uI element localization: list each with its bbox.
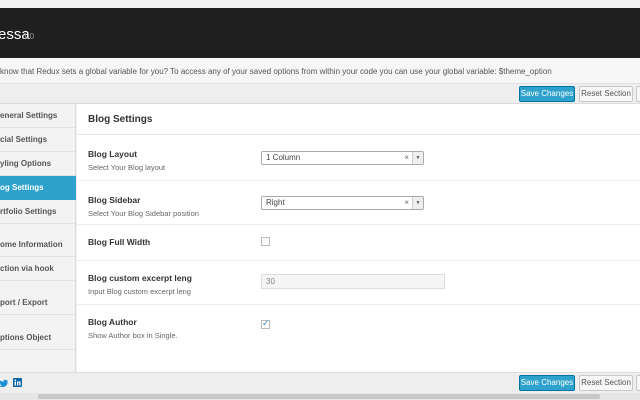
select-value: 1 Column (266, 153, 301, 162)
field-row-blog-author: Blog Author Show Author box in Single. ✓ (77, 305, 640, 347)
blog-layout-select[interactable]: 1 Column × ▼ (261, 151, 424, 165)
field-row-blog-full-width: Blog Full Width (77, 225, 640, 261)
chevron-down-icon[interactable]: ▼ (412, 152, 423, 164)
field-row-blog-sidebar: Blog Sidebar Select Your Blog Sidebar po… (77, 181, 640, 225)
top-toolbar: Save Changes Reset Section (0, 83, 640, 104)
excerpt-length-input[interactable]: 30 (261, 274, 445, 289)
sidebar-item-blog-settings[interactable]: og Settings (0, 176, 76, 200)
section-title: Blog Settings (88, 114, 153, 125)
settings-panel: Blog Settings Blog Layout Select Your Bl… (77, 104, 640, 372)
reset-all-button[interactable] (636, 86, 640, 102)
sidebar-item-portfolio-settings[interactable]: rtfolio Settings (0, 200, 76, 224)
field-row-blog-layout: Blog Layout Select Your Blog layout 1 Co… (77, 135, 640, 181)
clear-icon[interactable]: × (404, 197, 409, 209)
field-label: Blog Layout (88, 149, 138, 159)
clear-icon[interactable]: × (404, 152, 409, 164)
twitter-icon[interactable] (0, 379, 8, 387)
chevron-down-icon[interactable]: ▼ (412, 197, 423, 209)
sidebar-item-styling-options[interactable]: yling Options (0, 152, 76, 176)
horizontal-scrollbar[interactable] (0, 393, 640, 400)
top-strip (0, 0, 640, 8)
field-label: Blog Author (88, 317, 137, 327)
sidebar-item-social-settings[interactable]: cial Settings (0, 128, 76, 152)
select-value: Right (266, 198, 285, 207)
panel-header: essa 1.0 (0, 8, 640, 58)
field-label: Blog Sidebar (88, 195, 141, 205)
field-label: Blog custom excerpt leng (88, 273, 192, 283)
info-notice: know that Redux sets a global variable f… (0, 58, 640, 83)
reset-all-button-bottom[interactable] (636, 375, 640, 391)
bottom-toolbar: Save Changes Reset Section (0, 372, 640, 393)
reset-section-button-bottom[interactable]: Reset Section (579, 375, 633, 391)
field-row-excerpt-length: Blog custom excerpt leng Input Blog cust… (77, 261, 640, 305)
linkedin-icon[interactable] (13, 378, 22, 387)
sidebar-nav: eneral Settings cial Settings yling Opti… (0, 104, 76, 372)
field-label: Blog Full Width (88, 237, 151, 247)
field-description: Select Your Blog layout (88, 163, 166, 172)
field-description: Select Your Blog Sidebar position (88, 209, 199, 218)
reset-section-button[interactable]: Reset Section (579, 86, 633, 102)
field-description: Show Author box in Single. (88, 331, 178, 340)
sidebar-item-import-export[interactable]: port / Export (0, 291, 76, 315)
save-changes-button[interactable]: Save Changes (519, 86, 575, 102)
sidebar-item-action-via-hook[interactable]: ction via hook (0, 257, 76, 281)
theme-version: 1.0 (23, 32, 35, 41)
full-width-checkbox[interactable] (261, 237, 270, 246)
sidebar-item-options-object[interactable]: ptions Object (0, 326, 76, 350)
sidebar-item-home-information[interactable]: ome Information (0, 233, 76, 257)
scrollbar-thumb[interactable] (38, 394, 600, 399)
author-checkbox[interactable]: ✓ (261, 318, 270, 329)
save-changes-button-bottom[interactable]: Save Changes (519, 375, 575, 391)
field-description: Input Blog custom excerpt leng (88, 287, 191, 296)
check-icon: ✓ (262, 318, 270, 328)
blog-sidebar-select[interactable]: Right × ▼ (261, 196, 424, 210)
sidebar-item-general-settings[interactable]: eneral Settings (0, 104, 76, 128)
